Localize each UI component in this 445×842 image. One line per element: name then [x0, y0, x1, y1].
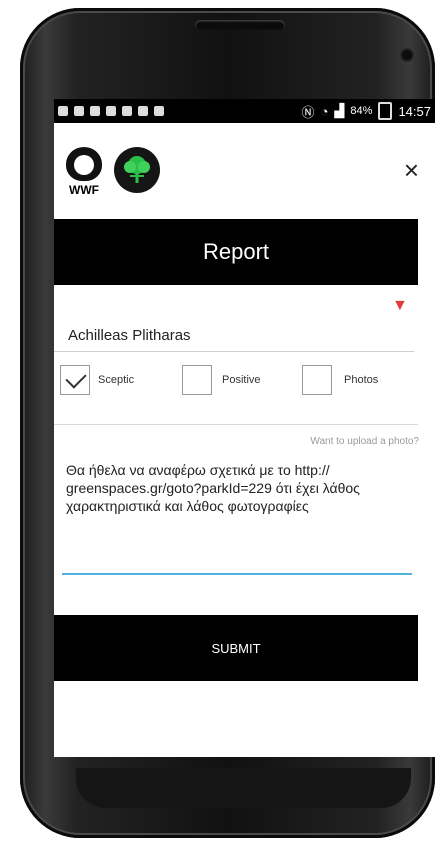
close-icon[interactable]: × — [404, 157, 419, 183]
positive-checkbox[interactable] — [182, 365, 212, 395]
header: WWF × — [54, 143, 435, 201]
email-icon — [138, 106, 148, 116]
nfc-icon: Ⓝ — [301, 104, 315, 120]
phone-speaker — [195, 20, 285, 30]
check-icon — [65, 367, 87, 389]
divider — [54, 424, 418, 425]
system-status: Ⓝ ◔ ▟ 84% 14:57 — [302, 102, 435, 121]
status-bar: Ⓝ ◔ ▟ 84% 14:57 — [54, 99, 435, 123]
page-title: Report — [54, 219, 418, 285]
upload-photo-hint[interactable]: Want to upload a photo? — [310, 436, 419, 447]
message-textarea[interactable]: Θα ήθελα να αναφέρω σχετικά με το http:/… — [66, 461, 406, 515]
missed-call-icon — [106, 106, 116, 116]
tree-logo-icon — [114, 147, 160, 193]
wwf-logo: WWF — [64, 147, 104, 201]
android-icon — [154, 106, 164, 116]
chevron-down-icon[interactable]: ▼ — [392, 297, 408, 315]
sceptic-checkbox[interactable] — [60, 365, 90, 395]
message-icon — [122, 106, 132, 116]
name-field[interactable]: Achilleas Plitharas — [54, 320, 414, 352]
submit-button[interactable]: SUBMIT — [54, 615, 418, 681]
wwf-logo-text: WWF — [69, 183, 99, 197]
phone-bottom-bezel — [76, 768, 411, 808]
calendar-icon — [74, 106, 84, 116]
positive-label: Positive — [222, 374, 261, 386]
photos-label: Photos — [344, 374, 379, 386]
checkbox-row: Sceptic Positive Photos — [54, 365, 418, 405]
lock-icon — [90, 106, 100, 116]
signal-icon: ▟ — [334, 103, 345, 118]
sceptic-label: Sceptic — [98, 374, 135, 386]
battery-percent: 84% — [350, 105, 373, 117]
wifi-icon: ◔ — [320, 103, 329, 119]
panda-icon — [66, 147, 102, 181]
notification-icons — [54, 106, 164, 116]
battery-icon — [378, 102, 393, 120]
message-focus-underline — [62, 573, 412, 575]
phone-camera — [400, 48, 414, 62]
notification-icon — [58, 106, 68, 116]
photos-checkbox[interactable] — [302, 365, 332, 395]
app-screen: WWF × Report ▼ Achilleas Plitharas Scept… — [54, 123, 435, 757]
clock: 14:57 — [398, 103, 431, 119]
